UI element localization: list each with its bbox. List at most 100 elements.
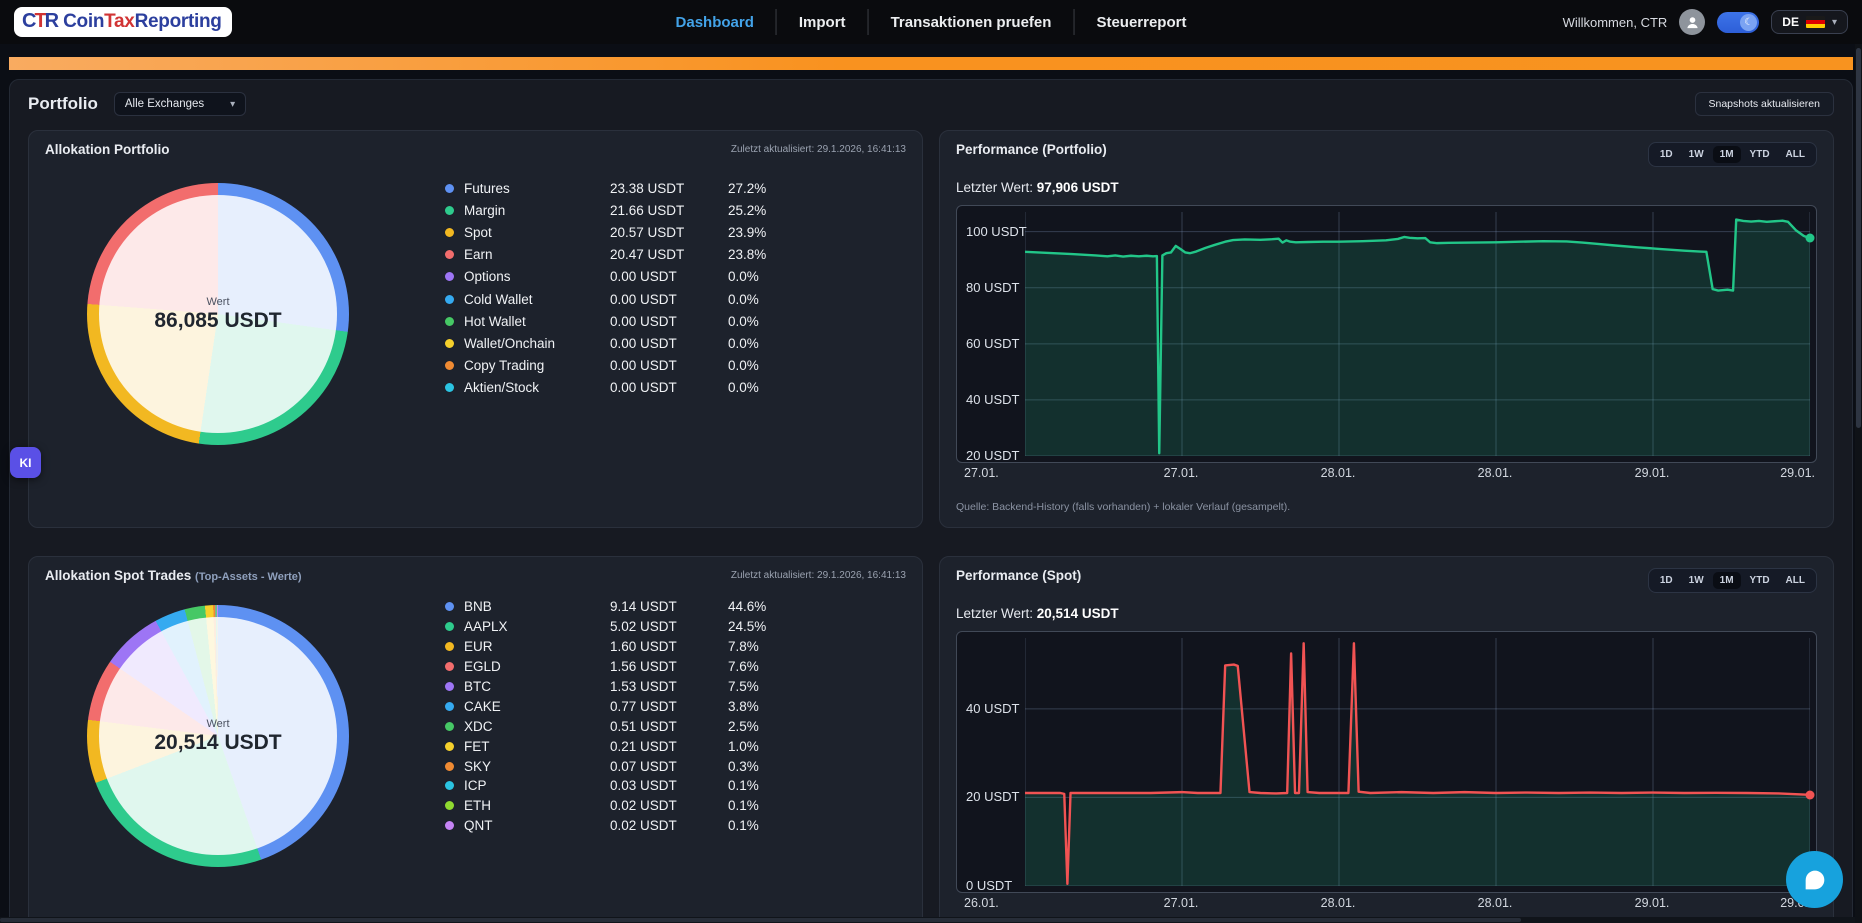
legend-color-dot xyxy=(445,682,454,691)
card-allocation-portfolio: Allokation Portfolio Zuletzt aktualisier… xyxy=(28,130,923,528)
legend-label: Options xyxy=(464,269,610,284)
card-title: Allokation Spot Trades (Top-Assets - Wer… xyxy=(45,568,302,583)
chat-bubble-icon xyxy=(1801,866,1829,894)
legend-label: Spot xyxy=(464,225,610,240)
language-code: DE xyxy=(1782,15,1799,29)
legend-color-dot xyxy=(445,821,454,830)
legend-label: CAKE xyxy=(464,699,610,714)
legend-value: 20.57 USDT xyxy=(610,225,728,240)
logo-monogram: CTR xyxy=(22,10,57,33)
exchange-filter-select[interactable]: Alle Exchanges ▾ xyxy=(114,92,246,116)
legend-percent: 0.0% xyxy=(728,336,790,351)
portfolio-donut-chart[interactable]: Wert86,085 USDT xyxy=(87,183,349,445)
portfolio-donut-legend: Futures 23.38 USDT 27.2% Margin 21.66 US… xyxy=(445,177,790,445)
nav-import[interactable]: Import xyxy=(777,14,868,31)
legend-value: 5.02 USDT xyxy=(610,619,728,634)
last-value-line: Letzter Wert: 97,906 USDT xyxy=(956,180,1817,195)
legend-percent: 24.5% xyxy=(728,619,790,634)
legend-row: Cold Wallet 0.00 USDT 0.0% xyxy=(445,288,790,310)
y-axis-label: 60 USDT xyxy=(966,336,1019,351)
legend-percent: 0.3% xyxy=(728,759,790,774)
legend-row: EUR 1.60 USDT 7.8% xyxy=(445,637,790,657)
legend-value: 1.53 USDT xyxy=(610,679,728,694)
x-axis-label: 27.01. xyxy=(1164,896,1199,910)
x-axis-label: 27.01. xyxy=(964,466,999,480)
donut-center-text: Wert86,085 USDT xyxy=(87,183,349,445)
legend-percent: 0.0% xyxy=(728,269,790,284)
legend-label: SKY xyxy=(464,759,610,774)
legend-value: 0.00 USDT xyxy=(610,292,728,307)
legend-value: 1.60 USDT xyxy=(610,639,728,654)
legend-label: Earn xyxy=(464,247,610,262)
spot-donut-chart[interactable]: Wert20,514 USDT xyxy=(87,605,349,867)
legend-percent: 27.2% xyxy=(728,181,790,196)
range-button-1w[interactable]: 1W xyxy=(1682,146,1711,163)
range-button-ytd[interactable]: YTD xyxy=(1743,572,1777,589)
legend-percent: 25.2% xyxy=(728,203,790,218)
exchange-filter-value: Alle Exchanges xyxy=(125,98,204,110)
ki-assistant-button[interactable]: KI xyxy=(10,447,41,478)
legend-row: SKY 0.07 USDT 0.3% xyxy=(445,756,790,776)
range-button-1d[interactable]: 1D xyxy=(1653,572,1680,589)
legend-row: XDC 0.51 USDT 2.5% xyxy=(445,716,790,736)
horizontal-scrollbar[interactable] xyxy=(0,917,1855,923)
moon-icon: ☾ xyxy=(1740,14,1757,31)
legend-value: 9.14 USDT xyxy=(610,599,728,614)
legend-label: BNB xyxy=(464,599,610,614)
legend-label: QNT xyxy=(464,818,610,833)
range-button-1m[interactable]: 1M xyxy=(1713,572,1741,589)
range-button-all[interactable]: ALL xyxy=(1779,146,1812,163)
app-logo[interactable]: CTR CoinTaxReporting xyxy=(14,7,232,37)
x-axis-label: 28.01. xyxy=(1478,466,1513,480)
legend-value: 0.02 USDT xyxy=(610,818,728,833)
legend-color-dot xyxy=(445,702,454,711)
nav-steuerreport[interactable]: Steuerreport xyxy=(1074,14,1208,31)
card-title: Allokation Portfolio xyxy=(45,142,170,157)
legend-percent: 44.6% xyxy=(728,599,790,614)
legend-label: Wallet/Onchain xyxy=(464,336,610,351)
legend-value: 1.56 USDT xyxy=(610,659,728,674)
chart-source-footnote: Quelle: Backend-History (falls vorhanden… xyxy=(956,501,1817,513)
legend-label: EUR xyxy=(464,639,610,654)
nav-transaktionen-pruefen[interactable]: Transaktionen pruefen xyxy=(869,14,1074,31)
legend-percent: 2.5% xyxy=(728,719,790,734)
legend-color-dot xyxy=(445,317,454,326)
spot-line-chart[interactable]: 40 USDT20 USDT0 USDT xyxy=(956,631,1817,893)
legend-percent: 3.8% xyxy=(728,699,790,714)
legend-row: ETH 0.02 USDT 0.1% xyxy=(445,796,790,816)
x-axis-label: 27.01. xyxy=(1164,466,1199,480)
card-allocation-spot: Allokation Spot Trades (Top-Assets - Wer… xyxy=(28,556,923,923)
snapshots-refresh-button[interactable]: Snapshots aktualisieren xyxy=(1695,92,1835,116)
range-button-all[interactable]: ALL xyxy=(1779,572,1812,589)
nav-dashboard[interactable]: Dashboard xyxy=(654,14,776,31)
vertical-scrollbar[interactable] xyxy=(1855,44,1862,923)
chat-launcher-button[interactable] xyxy=(1786,851,1843,908)
range-button-1m[interactable]: 1M xyxy=(1713,146,1741,163)
language-selector[interactable]: DE ▾ xyxy=(1771,10,1848,34)
legend-row: Hot Wallet 0.00 USDT 0.0% xyxy=(445,310,790,332)
range-button-1d[interactable]: 1D xyxy=(1653,146,1680,163)
legend-row: Copy Trading 0.00 USDT 0.0% xyxy=(445,355,790,377)
legend-percent: 23.8% xyxy=(728,247,790,262)
user-avatar[interactable] xyxy=(1679,9,1705,35)
range-button-ytd[interactable]: YTD xyxy=(1743,146,1777,163)
legend-value: 0.21 USDT xyxy=(610,739,728,754)
x-axis-label: 28.01. xyxy=(1321,896,1356,910)
range-button-1w[interactable]: 1W xyxy=(1682,572,1711,589)
legend-label: BTC xyxy=(464,679,610,694)
portfolio-line-chart[interactable]: 100 USDT80 USDT60 USDT40 USDT20 USDT xyxy=(956,205,1817,463)
legend-row: BNB 9.14 USDT 44.6% xyxy=(445,597,790,617)
legend-value: 23.38 USDT xyxy=(610,181,728,196)
legend-row: FET 0.21 USDT 1.0% xyxy=(445,736,790,756)
dark-mode-toggle[interactable]: ☾ xyxy=(1717,12,1759,33)
legend-percent: 1.0% xyxy=(728,739,790,754)
y-axis-label: 80 USDT xyxy=(966,280,1019,295)
legend-color-dot xyxy=(445,662,454,671)
card-title: Performance (Portfolio) xyxy=(956,142,1107,157)
legend-value: 21.66 USDT xyxy=(610,203,728,218)
legend-color-dot xyxy=(445,361,454,370)
legend-value: 0.51 USDT xyxy=(610,719,728,734)
x-axis-label: 28.01. xyxy=(1478,896,1513,910)
last-value-line: Letzter Wert: 20,514 USDT xyxy=(956,606,1817,621)
legend-row: Options 0.00 USDT 0.0% xyxy=(445,266,790,288)
